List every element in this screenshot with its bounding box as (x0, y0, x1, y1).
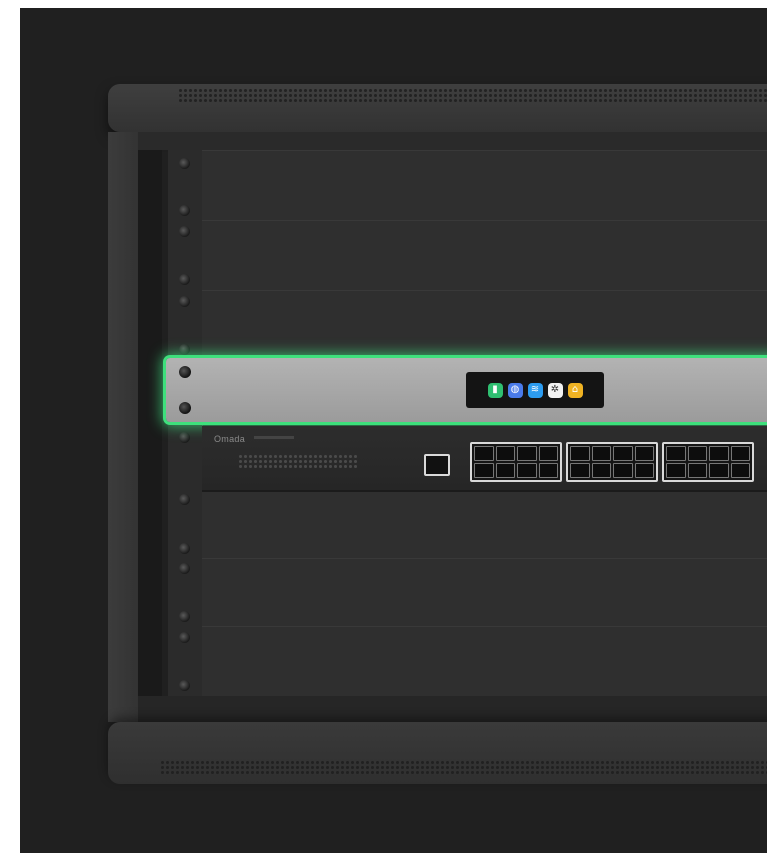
ethernet-port-block (566, 442, 658, 482)
ethernet-port (517, 446, 537, 461)
bottom-vent (160, 760, 767, 774)
gateway-screw (179, 366, 191, 378)
ethernet-port (687, 463, 707, 478)
rack-screw (179, 344, 190, 355)
ethernet-port (666, 463, 686, 478)
rack-screw (179, 680, 190, 691)
ethernet-port (591, 463, 611, 478)
rack-screw (179, 296, 190, 307)
rack-screw (179, 158, 190, 169)
gateway-display-screen: ▮ ◍ ≋ ✲ ⌂ (466, 372, 604, 408)
rack-frame-bottom (138, 696, 767, 722)
rack-bottom-cap (108, 722, 767, 784)
rack-screw (179, 543, 190, 554)
ethernet-port (730, 446, 750, 461)
ethernet-port (613, 446, 633, 461)
blank-panel (202, 490, 767, 559)
settings-gear-app-icon: ✲ (547, 382, 563, 398)
network-switch: Omada (202, 426, 767, 492)
blank-panel (202, 558, 767, 627)
ethernet-port (538, 446, 558, 461)
gateway-screw (179, 402, 191, 414)
console-port (424, 454, 450, 476)
rack-frame-top (138, 132, 767, 150)
rack-screw (179, 432, 190, 443)
rack-top-cap (108, 84, 767, 132)
blank-panel (202, 626, 767, 697)
rack-screw (179, 563, 190, 574)
rack-screw (179, 494, 190, 505)
rack-screw (179, 632, 190, 643)
ethernet-port (474, 446, 494, 461)
ethernet-port (591, 446, 611, 461)
switch-model-label (254, 436, 294, 439)
rack-scene: ▮ ◍ ≋ ✲ ⌂ Omada (20, 8, 767, 853)
blank-panel (202, 290, 767, 359)
wifi-app-icon: ≋ (527, 382, 543, 398)
internet-globe-app-icon: ◍ (507, 382, 523, 398)
ethernet-port (709, 446, 729, 461)
rack-screw (179, 611, 190, 622)
rack-screw (179, 274, 190, 285)
home-app-icon: ⌂ (567, 382, 583, 398)
rack-screw (179, 226, 190, 237)
ethernet-port (474, 463, 494, 478)
rack-screw (179, 205, 190, 216)
ethernet-port-block (470, 442, 562, 482)
switch-status-leds (238, 454, 358, 470)
rack-inner-shadow (138, 132, 162, 722)
ethernet-port (730, 463, 750, 478)
ethernet-port (613, 463, 633, 478)
ethernet-port (666, 446, 686, 461)
ethernet-port (538, 463, 558, 478)
highlighted-gateway-panel[interactable]: ▮ ◍ ≋ ✲ ⌂ (166, 358, 767, 422)
ethernet-port (495, 463, 515, 478)
ethernet-port (634, 463, 654, 478)
switch-brand-label: Omada (214, 434, 246, 444)
ethernet-port (570, 446, 590, 461)
ethernet-port (709, 463, 729, 478)
statistics-app-icon: ▮ (487, 382, 503, 398)
ethernet-port (517, 463, 537, 478)
blank-panel (202, 150, 767, 221)
top-vent (178, 88, 767, 102)
ethernet-port (570, 463, 590, 478)
rack-side-pillar (108, 132, 138, 722)
ethernet-port (634, 446, 654, 461)
ethernet-port (687, 446, 707, 461)
ethernet-port-block (662, 442, 754, 482)
blank-panel (202, 220, 767, 291)
ethernet-port (495, 446, 515, 461)
